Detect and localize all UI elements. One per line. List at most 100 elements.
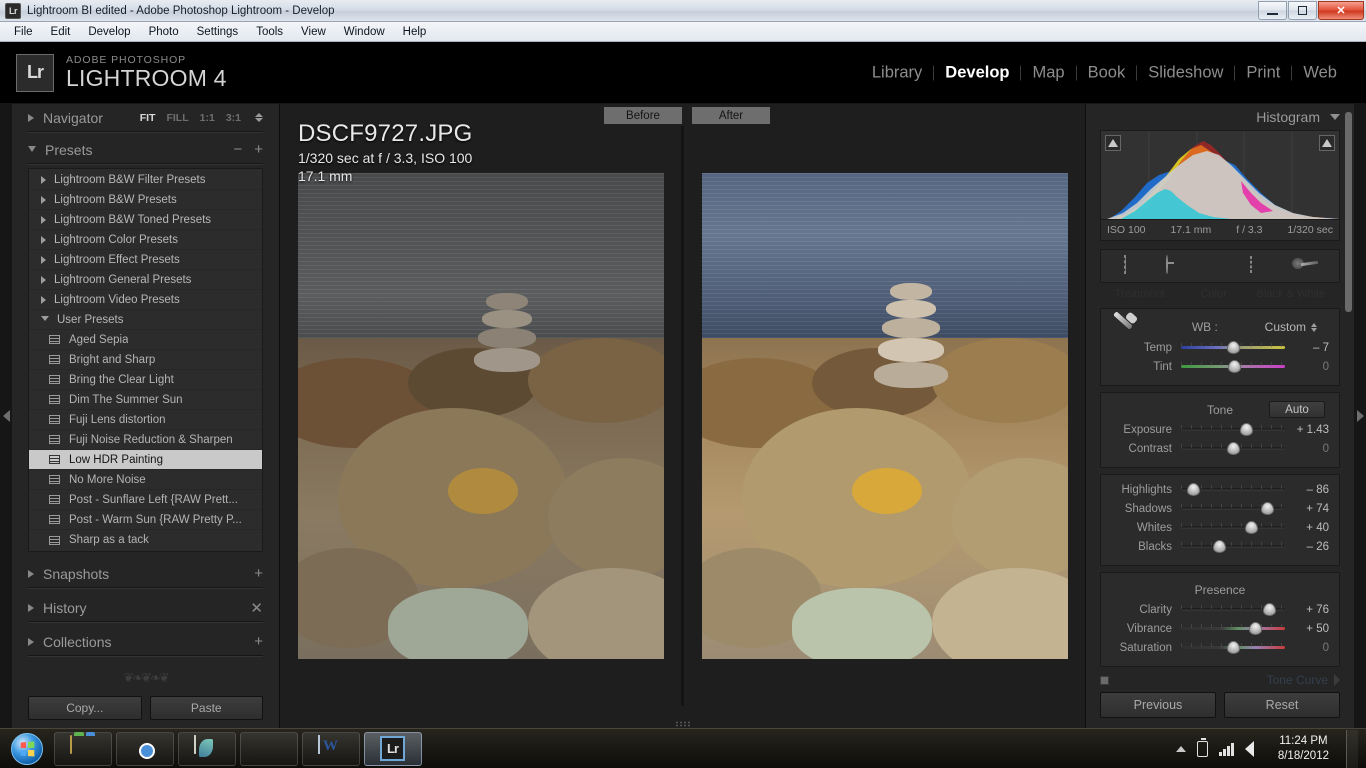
slider-exposure[interactable]: Exposure + 1.43 <box>1109 420 1331 439</box>
slider-knob[interactable] <box>1249 622 1263 635</box>
show-hidden-icons-icon[interactable] <box>1176 745 1187 752</box>
preset-item[interactable]: Dim The Summer Sun <box>29 390 262 410</box>
wb-preset-dropdown[interactable]: Custom <box>1265 320 1331 334</box>
toolbar-grip-icon[interactable] <box>674 721 691 727</box>
zoom-1-1[interactable]: 1:1 <box>200 112 215 124</box>
menu-file[interactable]: File <box>5 24 42 40</box>
module-library[interactable]: Library <box>861 63 933 82</box>
preset-group[interactable]: Lightroom Video Presets <box>29 290 262 310</box>
slider-track[interactable] <box>1181 603 1285 616</box>
slider-knob[interactable] <box>1212 540 1226 553</box>
slider-contrast[interactable]: Contrast 0 <box>1109 439 1331 458</box>
crop-overlay-icon[interactable] <box>1124 255 1148 276</box>
collections-add-button[interactable]: + <box>254 633 263 650</box>
zoom-fit[interactable]: FIT <box>140 112 156 124</box>
auto-tone-button[interactable]: Auto <box>1269 401 1325 418</box>
preset-item[interactable]: No More Noise <box>29 470 262 490</box>
right-panel-collapse-handle[interactable] <box>1354 104 1366 728</box>
slider-track[interactable] <box>1181 442 1285 455</box>
taskbar-feather-app[interactable] <box>178 731 236 766</box>
slider-track[interactable] <box>1181 540 1285 553</box>
slider-track[interactable] <box>1181 502 1285 515</box>
slider-track[interactable] <box>1181 483 1285 496</box>
after-pane[interactable] <box>681 126 1085 706</box>
navigator-header[interactable]: Navigator FIT FILL 1:1 3:1 <box>28 104 263 132</box>
histogram-graph[interactable] <box>1100 130 1340 220</box>
slider-saturation[interactable]: Saturation 0 <box>1109 638 1331 657</box>
slider-knob[interactable] <box>1226 442 1240 455</box>
tone-curve-header[interactable]: Tone Curve <box>1100 672 1340 688</box>
slider-tint[interactable]: Tint 0 <box>1109 357 1331 376</box>
zoom-3-1[interactable]: 3:1 <box>226 112 241 124</box>
minimize-button[interactable] <box>1258 1 1287 20</box>
slider-track[interactable] <box>1181 641 1285 654</box>
presets-minus-button[interactable]: − <box>233 141 242 158</box>
restore-button[interactable] <box>1288 1 1317 20</box>
slider-knob[interactable] <box>1262 603 1276 616</box>
highlight-clipping-indicator[interactable] <box>1319 135 1335 151</box>
paste-button[interactable]: Paste <box>149 696 263 720</box>
preset-group[interactable]: Lightroom General Presets <box>29 270 262 290</box>
preset-group[interactable]: Lightroom Color Presets <box>29 230 262 250</box>
menu-edit[interactable]: Edit <box>42 24 80 40</box>
battery-icon[interactable] <box>1197 737 1209 757</box>
preset-item[interactable]: Aged Sepia <box>29 330 262 350</box>
previous-button[interactable]: Previous <box>1100 692 1216 718</box>
slider-knob[interactable] <box>1245 521 1259 534</box>
tone-curve-toggle-icon[interactable] <box>1100 675 1109 685</box>
collections-header[interactable]: Collections + <box>28 628 263 656</box>
slider-whites[interactable]: Whites + 40 <box>1109 518 1331 537</box>
red-eye-correction-icon[interactable] <box>1208 256 1232 276</box>
start-button[interactable] <box>4 732 50 766</box>
preset-item[interactable]: Bright and Sharp <box>29 350 262 370</box>
center-toolbar[interactable] <box>280 706 1085 728</box>
slider-knob[interactable] <box>1226 641 1240 654</box>
slider-track[interactable] <box>1181 423 1285 436</box>
preset-group[interactable]: Lightroom Effect Presets <box>29 250 262 270</box>
taskbar-sphere-app[interactable] <box>240 731 298 766</box>
preset-item[interactable]: Fuji Lens distortion <box>29 410 262 430</box>
treatment-color[interactable]: Color <box>1201 288 1227 300</box>
slider-track[interactable] <box>1181 622 1285 635</box>
menu-window[interactable]: Window <box>335 24 394 40</box>
preset-item[interactable]: Fuji Noise Reduction & Sharpen <box>29 430 262 450</box>
network-signal-icon[interactable] <box>1219 742 1234 756</box>
slider-highlights[interactable]: Highlights – 86 <box>1109 480 1331 499</box>
preset-item[interactable]: Bring the Clear Light <box>29 370 262 390</box>
menu-settings[interactable]: Settings <box>188 24 248 40</box>
preset-item[interactable]: Post - Sunflare Left {RAW Prett... <box>29 490 262 510</box>
preset-group[interactable]: Lightroom B&W Toned Presets <box>29 210 262 230</box>
slider-knob[interactable] <box>1186 483 1200 496</box>
treatment-bw[interactable]: Black & White <box>1257 288 1325 300</box>
taskbar-google-chrome[interactable] <box>116 731 174 766</box>
slider-blacks[interactable]: Blacks – 26 <box>1109 537 1331 556</box>
slider-track[interactable] <box>1181 360 1285 373</box>
preset-item[interactable]: Post - Warm Sun {RAW Pretty P... <box>29 510 262 530</box>
module-slideshow[interactable]: Slideshow <box>1137 63 1234 82</box>
before-pane[interactable] <box>280 126 681 706</box>
preset-group[interactable]: Lightroom B&W Filter Presets <box>29 170 262 190</box>
slider-track[interactable] <box>1181 341 1285 354</box>
presets-header[interactable]: Presets − + <box>28 136 263 164</box>
preset-group[interactable]: Lightroom B&W Presets <box>29 190 262 210</box>
menu-tools[interactable]: Tools <box>247 24 292 40</box>
history-header[interactable]: History ✕ <box>28 594 263 622</box>
zoom-stepper-icon[interactable] <box>255 113 263 122</box>
module-develop[interactable]: Develop <box>934 63 1020 82</box>
menu-develop[interactable]: Develop <box>79 24 139 40</box>
snapshots-add-button[interactable]: + <box>254 565 263 582</box>
slider-vibrance[interactable]: Vibrance + 50 <box>1109 619 1331 638</box>
preset-item-selected[interactable]: Low HDR Painting <box>29 450 262 470</box>
presets-plus-button[interactable]: + <box>254 141 263 158</box>
graduated-filter-icon[interactable] <box>1250 256 1274 276</box>
left-panel-collapse-handle[interactable] <box>0 104 12 728</box>
zoom-fill[interactable]: FILL <box>166 112 188 124</box>
module-print[interactable]: Print <box>1235 63 1291 82</box>
slider-knob[interactable] <box>1226 341 1240 354</box>
copy-button[interactable]: Copy... <box>28 696 142 720</box>
menu-view[interactable]: View <box>292 24 335 40</box>
white-balance-selector-icon[interactable] <box>1109 312 1143 342</box>
right-panel-scrollbar[interactable] <box>1345 112 1352 312</box>
slider-knob[interactable] <box>1240 423 1254 436</box>
module-book[interactable]: Book <box>1077 63 1137 82</box>
